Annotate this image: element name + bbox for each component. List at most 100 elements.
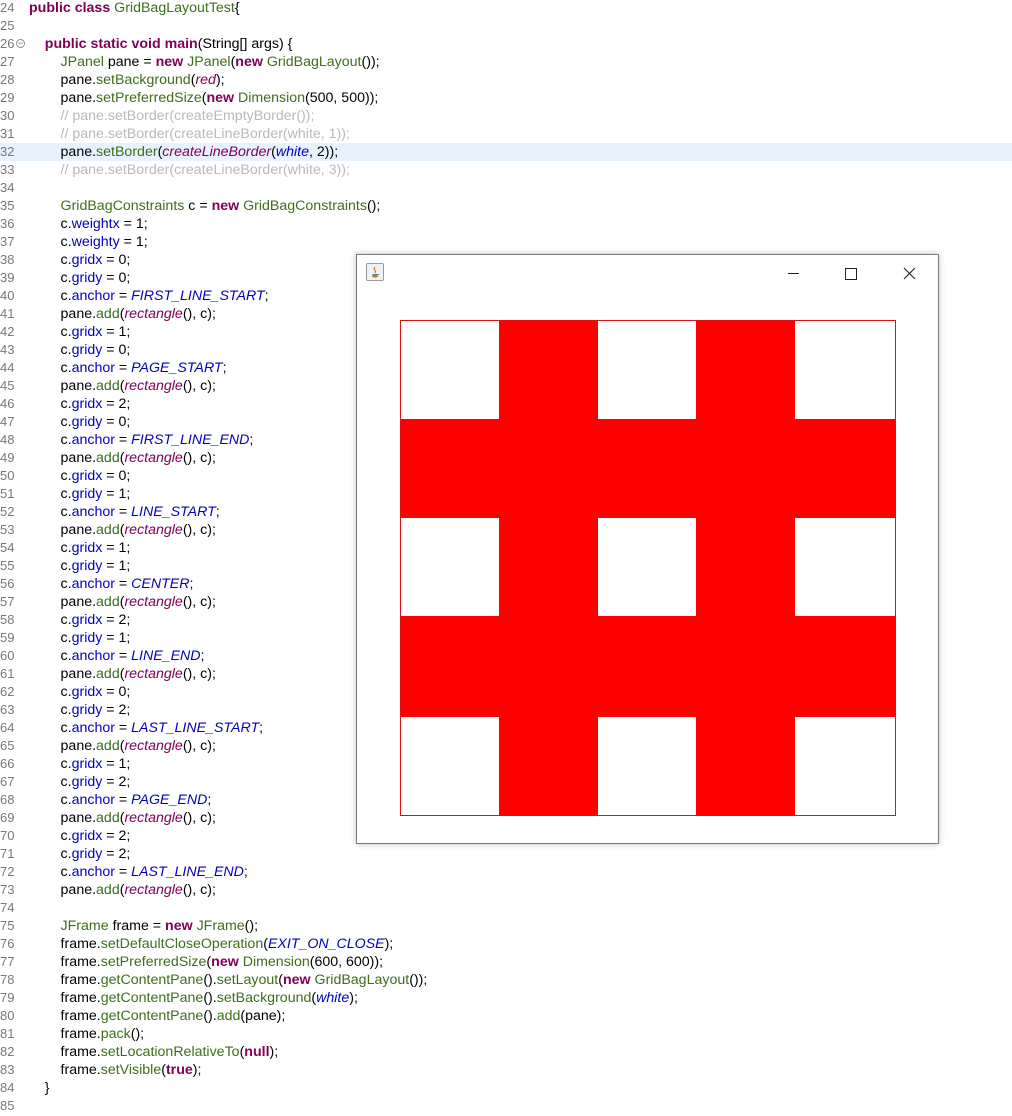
line-number: 77: [0, 954, 15, 969]
code-line[interactable]: 25: [0, 17, 1012, 35]
code-text: c.gridy = 2;: [29, 846, 131, 862]
code-text: c.gridx = 2;: [29, 396, 131, 412]
code-text: c.anchor = LAST_LINE_END;: [29, 864, 248, 880]
maximize-icon: [845, 268, 857, 280]
code-line[interactable]: 71 c.gridy = 2;: [0, 845, 1012, 863]
code-line[interactable]: 33 // pane.setBorder(createLineBorder(wh…: [0, 161, 1012, 179]
code-text: pane.add(rectangle(), c);: [29, 306, 216, 322]
line-number: 54: [0, 540, 15, 555]
line-number: 35: [0, 198, 15, 213]
code-text: c.anchor = FIRST_LINE_START;: [29, 288, 269, 304]
code-text: c.gridx = 1;: [29, 540, 131, 556]
code-text: c.gridx = 0;: [29, 684, 131, 700]
line-number: 74: [0, 900, 15, 915]
line-number: 70: [0, 828, 15, 843]
code-text: frame.setVisible(true);: [29, 1062, 202, 1078]
code-text: c.gridx = 2;: [29, 612, 131, 628]
code-line[interactable]: 36 c.weightx = 1;: [0, 215, 1012, 233]
code-text: c.anchor = PAGE_END;: [29, 792, 212, 808]
code-text: pane.add(rectangle(), c);: [29, 522, 216, 538]
code-line[interactable]: 85: [0, 1097, 1012, 1115]
code-text: pane.add(rectangle(), c);: [29, 378, 216, 394]
line-number: 78: [0, 972, 15, 987]
code-line[interactable]: 80 frame.getContentPane().add(pane);: [0, 1007, 1012, 1025]
code-line[interactable]: 72 c.anchor = LAST_LINE_END;: [0, 863, 1012, 881]
line-number: 45: [0, 378, 15, 393]
line-number: 73: [0, 882, 15, 897]
line-number: 43: [0, 342, 15, 357]
code-line[interactable]: 29 pane.setPreferredSize(new Dimension(5…: [0, 89, 1012, 107]
line-number: 69: [0, 810, 15, 825]
code-line[interactable]: 77 frame.setPreferredSize(new Dimension(…: [0, 953, 1012, 971]
code-line[interactable]: 84 }: [0, 1079, 1012, 1097]
white-cell: [401, 717, 499, 815]
white-cell: [598, 717, 696, 815]
code-text: frame.setLocationRelativeTo(null);: [29, 1044, 279, 1060]
code-text: frame.getContentPane().add(pane);: [29, 1008, 286, 1024]
code-text: c.anchor = LINE_END;: [29, 648, 205, 664]
line-number: 71: [0, 846, 15, 861]
line-number: 36: [0, 216, 15, 231]
code-line[interactable]: 78 frame.getContentPane().setLayout(new …: [0, 971, 1012, 989]
line-number: 85: [0, 1098, 15, 1113]
code-line[interactable]: 27 JPanel pane = new JPanel(new GridBagL…: [0, 53, 1012, 71]
code-line[interactable]: 79 frame.getContentPane().setBackground(…: [0, 989, 1012, 1007]
code-text: pane.add(rectangle(), c);: [29, 450, 216, 466]
code-line[interactable]: 37 c.weighty = 1;: [0, 233, 1012, 251]
code-text: c.anchor = LAST_LINE_START;: [29, 720, 264, 736]
code-text: GridBagConstraints c = new GridBagConstr…: [60, 198, 381, 214]
code-text: pane.setBorder(createLineBorder(white, 2…: [29, 144, 339, 160]
line-number: 49: [0, 450, 15, 465]
line-number: 52: [0, 504, 15, 519]
code-line[interactable]: 26− public static void main(String[] arg…: [0, 35, 1012, 53]
window-content-pane: [400, 320, 896, 816]
java-app-window[interactable]: [356, 254, 939, 844]
white-cell: [598, 321, 696, 419]
code-text: c.gridy = 2;: [29, 702, 131, 718]
code-line[interactable]: 35 GridBagConstraints c = new GridBagCon…: [0, 197, 1012, 215]
line-number: 62: [0, 684, 15, 699]
line-number: 44: [0, 360, 15, 375]
code-line[interactable]: 83 frame.setVisible(true);: [0, 1061, 1012, 1079]
white-cell: [795, 717, 895, 815]
line-number: 61: [0, 666, 15, 681]
code-line[interactable]: 76 frame.setDefaultCloseOperation(EXIT_O…: [0, 935, 1012, 953]
code-text: JFrame frame = new JFrame();: [60, 918, 259, 934]
close-icon: [903, 267, 916, 280]
line-number: 79: [0, 990, 15, 1005]
line-number: 65: [0, 738, 15, 753]
line-number: 67: [0, 774, 15, 789]
code-line[interactable]: 73 pane.add(rectangle(), c);: [0, 881, 1012, 899]
fold-toggle-icon[interactable]: −: [16, 39, 25, 48]
line-number: 68: [0, 792, 15, 807]
line-number: 34: [0, 180, 15, 195]
code-line[interactable]: 28 pane.setBackground(red);: [0, 71, 1012, 89]
white-cell: [795, 518, 895, 616]
maximize-button[interactable]: [822, 255, 880, 291]
code-text: c.weighty = 1;: [29, 234, 148, 250]
code-line[interactable]: 82 frame.setLocationRelativeTo(null);: [0, 1043, 1012, 1061]
line-number: 60: [0, 648, 15, 663]
close-button[interactable]: [880, 255, 938, 291]
minimize-button[interactable]: [764, 255, 822, 291]
code-line[interactable]: 81 frame.pack();: [0, 1025, 1012, 1043]
white-cell: [598, 518, 696, 616]
code-line[interactable]: 74: [0, 899, 1012, 917]
line-number: 72: [0, 864, 15, 879]
line-number: 27: [0, 54, 15, 69]
code-text: c.anchor = PAGE_START;: [29, 360, 227, 376]
code-text: public class GridBagLayoutTest{: [29, 0, 240, 16]
line-number: 58: [0, 612, 15, 627]
window-title-bar[interactable]: [357, 255, 938, 291]
code-line[interactable]: 30 // pane.setBorder(createEmptyBorder()…: [0, 107, 1012, 125]
code-line[interactable]: 32 pane.setBorder(createLineBorder(white…: [0, 143, 1012, 161]
code-line[interactable]: 34: [0, 179, 1012, 197]
code-text: frame.pack();: [29, 1026, 145, 1042]
code-line[interactable]: 24 public class GridBagLayoutTest{: [0, 0, 1012, 17]
code-text: pane.setPreferredSize(new Dimension(500,…: [29, 90, 379, 106]
code-text: c.gridx = 2;: [29, 828, 131, 844]
code-line[interactable]: 75 JFrame frame = new JFrame();: [0, 917, 1012, 935]
code-text: c.gridx = 1;: [29, 324, 131, 340]
code-text: frame.setDefaultCloseOperation(EXIT_ON_C…: [29, 936, 394, 952]
code-line[interactable]: 31 // pane.setBorder(createLineBorder(wh…: [0, 125, 1012, 143]
